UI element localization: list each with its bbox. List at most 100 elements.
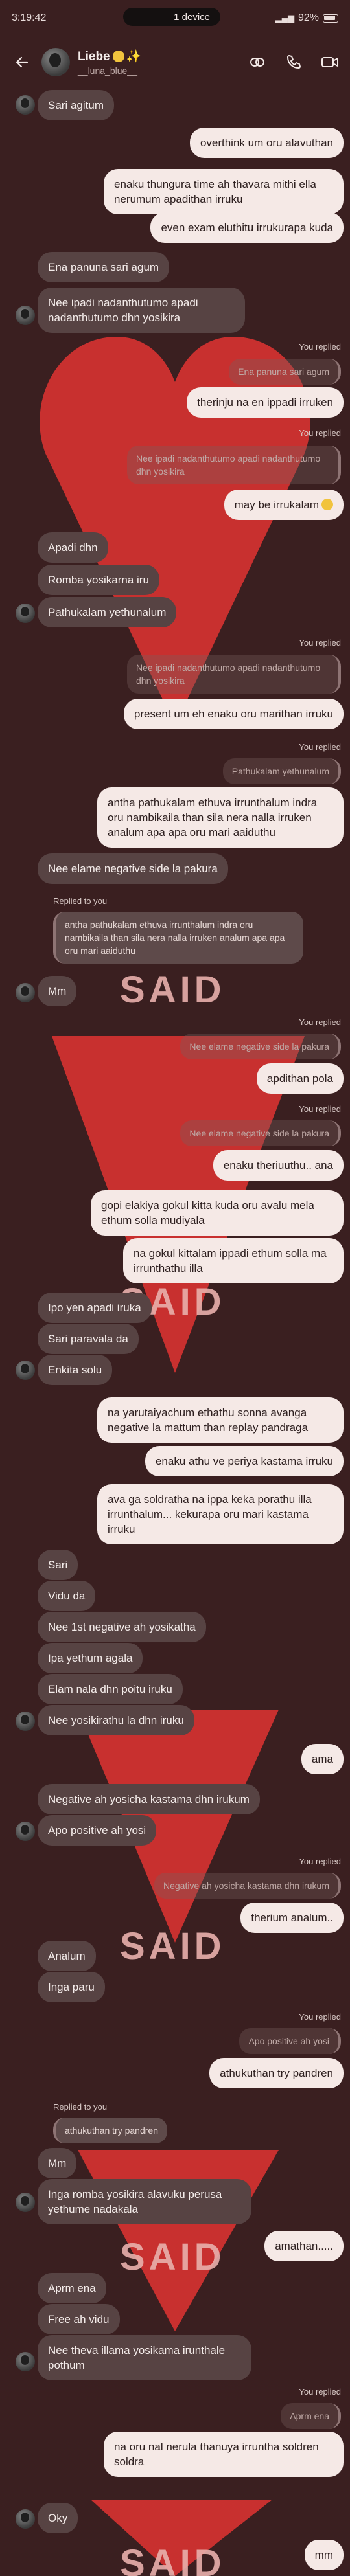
message-outgoing[interactable]: overthink um oru alavuthan — [189, 128, 344, 158]
message-outgoing[interactable]: ava ga soldratha na ippa keka porathu il… — [97, 1484, 344, 1544]
contact-avatar[interactable] — [41, 48, 70, 76]
sparkles-icon: ✨ — [126, 50, 142, 63]
message-outgoing[interactable]: na oru nal nerula thanuya irruntha soldr… — [104, 2432, 344, 2477]
sender-avatar[interactable] — [16, 604, 35, 623]
message-outgoing[interactable]: ama — [301, 1744, 344, 1774]
said-text-1: SAID — [120, 969, 226, 1011]
message-outgoing[interactable]: gopi elakiya gokul kitta kuda oru avalu … — [91, 1190, 344, 1236]
sender-avatar[interactable] — [16, 1822, 35, 1841]
message-incoming[interactable]: Nee 1st negative ah yosikatha — [38, 1612, 206, 1642]
message-text: na gokul kittalam ippadi ethum solla ma … — [123, 1238, 344, 1283]
sender-avatar[interactable] — [16, 95, 35, 115]
back-button[interactable] — [9, 49, 35, 75]
reply-quote[interactable]: Nee elame negative side la pakura — [180, 1120, 341, 1146]
message-text: Ipo yen apadi iruka — [38, 1293, 152, 1323]
message-outgoing[interactable]: athukuthan try pandren — [209, 2058, 344, 2088]
message-incoming[interactable]: Ipa yethum agala — [38, 1643, 143, 1673]
message-text: Inga paru — [38, 1972, 105, 2002]
message-incoming[interactable]: Romba yosikarna iru — [38, 565, 159, 595]
message-text: athukuthan try pandren — [209, 2058, 344, 2088]
message-incoming[interactable]: Ena panuna sari agum — [38, 252, 170, 282]
message-text: Apo positive ah yosi — [38, 1815, 157, 1846]
message-text: overthink um oru alavuthan — [189, 128, 344, 158]
message-incoming[interactable]: Mm — [38, 976, 77, 1006]
signal-icon: ▂▄▆ — [275, 13, 294, 23]
message-outgoing[interactable]: may be irrukalam — [224, 490, 344, 520]
battery-percent: 92% — [298, 12, 319, 23]
message-outgoing[interactable]: enaku athu ve periya kastama irruku — [145, 1446, 344, 1476]
sender-avatar[interactable] — [16, 2352, 35, 2371]
message-incoming[interactable]: Sari — [38, 1550, 78, 1580]
message-incoming[interactable]: Apadi dhn — [38, 532, 108, 563]
message-incoming[interactable]: Apo positive ah yosi — [38, 1815, 157, 1846]
sender-avatar[interactable] — [16, 2193, 35, 2212]
message-text: enaku thungura time ah thavara mithi ell… — [104, 169, 344, 214]
sender-avatar[interactable] — [16, 1361, 35, 1380]
reply-quote[interactable]: antha pathukalam ethuva irrunthalum indr… — [53, 912, 303, 964]
message-outgoing[interactable]: apdithan pola — [256, 1063, 344, 1094]
message-outgoing[interactable]: enaku thungura time ah thavara mithi ell… — [104, 169, 344, 214]
message-incoming[interactable]: Elam nala dhn poitu iruku — [38, 1674, 183, 1704]
reply-label: You replied — [299, 428, 341, 438]
reply-quote[interactable]: Apo positive ah yosi — [239, 2028, 341, 2054]
reply-label: You replied — [299, 2387, 341, 2397]
message-outgoing[interactable]: mm — [304, 2540, 344, 2570]
reply-quote[interactable]: Nee ipadi nadanthutumo apadi nadanthutum… — [127, 446, 341, 484]
message-outgoing[interactable]: na gokul kittalam ippadi ethum solla ma … — [123, 1238, 344, 1283]
message-incoming[interactable]: Pathukalam yethunalum — [38, 597, 177, 627]
reply-quote[interactable]: Ena panuna sari agum — [229, 359, 341, 385]
message-incoming[interactable]: Inga paru — [38, 1972, 105, 2002]
message-text: Aprm ena — [38, 2273, 106, 2303]
message-incoming[interactable]: Free ah vidu — [38, 2304, 120, 2334]
sender-avatar[interactable] — [16, 2509, 35, 2529]
video-call-button[interactable] — [319, 51, 341, 73]
message-incoming[interactable]: Negative ah yosicha kastama dhn irukum — [38, 1784, 260, 1814]
message-incoming[interactable]: Oky — [38, 2503, 78, 2533]
reply-label: You replied — [299, 1017, 341, 1027]
reply-label: You replied — [299, 2012, 341, 2022]
message-outgoing[interactable]: present um eh enaku oru marithan irruku — [123, 699, 344, 729]
sender-avatar[interactable] — [16, 306, 35, 325]
sender-avatar[interactable] — [16, 1712, 35, 1731]
message-text: Vidu da — [38, 1581, 96, 1611]
message-incoming[interactable]: Inga romba yosikira alavuku perusa yethu… — [38, 2179, 251, 2224]
message-text: enaku theriuuthu.. ana — [213, 1150, 344, 1181]
message-outgoing[interactable]: antha pathukalam ethuva irrunthalum indr… — [97, 787, 344, 848]
message-outgoing[interactable]: even exam eluthitu irrukurapa kuda — [150, 212, 344, 243]
message-incoming[interactable]: Nee yosikirathu la dhn iruku — [38, 1705, 194, 1735]
video-camera-icon — [321, 57, 338, 67]
reply-quote[interactable]: Pathukalam yethunalum — [222, 758, 341, 784]
message-outgoing[interactable]: therinju na en ippadi irruken — [187, 387, 344, 418]
message-outgoing[interactable]: enaku theriuuthu.. ana — [213, 1150, 344, 1181]
reply-quote[interactable]: Nee elame negative side la pakura — [180, 1034, 341, 1059]
message-incoming[interactable]: Sari paravala da — [38, 1324, 139, 1354]
message-text: may be irrukalam — [224, 490, 344, 520]
contact-username: __luna_blue__ — [78, 65, 137, 76]
message-outgoing[interactable]: amathan..... — [264, 2231, 344, 2261]
reply-quote[interactable]: Aprm ena — [281, 2403, 341, 2429]
reply-quote[interactable]: Negative ah yosicha kastama dhn irukum — [154, 1873, 341, 1899]
status-bar: 3:19:42 ▂▄▆ 92% — [0, 0, 350, 36]
message-outgoing[interactable]: na yarutaiyachum ethathu sonna avanga ne… — [97, 1397, 344, 1443]
message-incoming[interactable]: Mm — [38, 2148, 77, 2178]
message-outgoing[interactable]: therium analum.. — [240, 1903, 344, 1933]
contact-info[interactable]: Liebe ✨ __luna_blue__ — [78, 49, 141, 76]
message-incoming[interactable]: Enkita solu — [38, 1355, 113, 1385]
message-incoming[interactable]: Ipo yen apadi iruka — [38, 1293, 152, 1323]
message-incoming[interactable]: Nee elame negative side la pakura — [38, 853, 228, 884]
message-incoming[interactable]: Sari agitum — [38, 90, 114, 120]
reply-quote[interactable]: Nee ipadi nadanthutumo apadi nadanthutum… — [127, 655, 341, 694]
message-incoming[interactable]: Vidu da — [38, 1581, 96, 1611]
message-text: Elam nala dhn poitu iruku — [38, 1674, 183, 1704]
message-incoming[interactable]: Aprm ena — [38, 2273, 106, 2303]
message-text: amathan..... — [264, 2231, 344, 2261]
link-button[interactable] — [246, 51, 268, 73]
message-incoming[interactable]: Nee ipadi nadanthutumo apadi nadanthutum… — [38, 288, 245, 333]
message-incoming[interactable]: Analum — [38, 1941, 96, 1971]
call-button[interactable] — [283, 51, 305, 73]
message-incoming[interactable]: Nee theva illama yosikama irunthale poth… — [38, 2335, 251, 2380]
status-icons: ▂▄▆ 92% — [275, 12, 338, 24]
sender-avatar[interactable] — [16, 983, 35, 1002]
reply-quote[interactable]: athukuthan try pandren — [53, 2118, 167, 2143]
message-text: mm — [304, 2540, 344, 2570]
